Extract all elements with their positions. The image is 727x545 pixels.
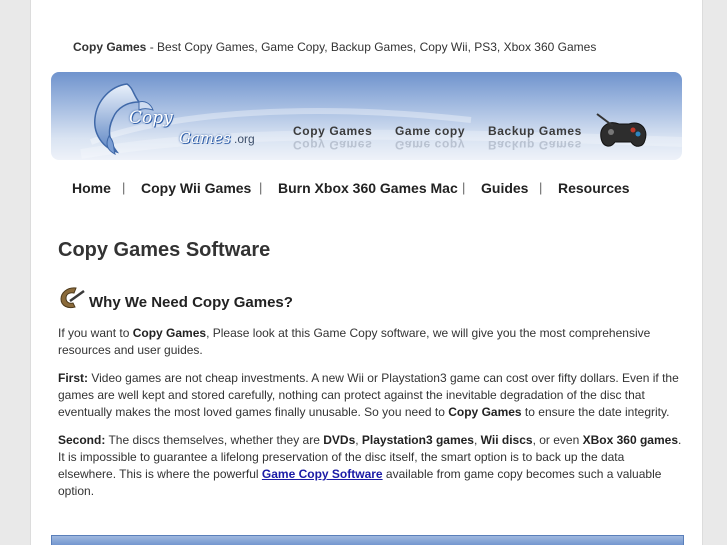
paragraph-second: Second: The discs themselves, whether th… [58, 432, 683, 500]
tagline-text: - Best Copy Games, Game Copy, Backup Gam… [146, 40, 597, 54]
keyword-copy-games: Copy Games [448, 405, 522, 419]
banner-link-backup-games[interactable]: Backup Games [488, 124, 582, 138]
paragraph-intro: If you want to Copy Games, Please look a… [58, 325, 683, 359]
nav-resources[interactable]: Resources [558, 180, 630, 196]
nav-separator: | [259, 180, 263, 195]
nav-home[interactable]: Home [72, 180, 111, 196]
game-copy-software-link[interactable]: Game Copy Software [262, 467, 383, 481]
paragraph-first: First: Video games are not cheap investm… [58, 370, 683, 421]
page-container: Copy Games - Best Copy Games, Game Copy,… [30, 0, 703, 545]
logo-org-text: .org [234, 132, 255, 146]
logo-games-text: Games [179, 129, 231, 147]
header-banner: Copy Games .org Copy Games Copy Games Ga… [51, 72, 682, 160]
nav-burn-xbox-360-games-mac[interactable]: Burn Xbox 360 Games Mac [278, 180, 458, 196]
text: , or even [532, 433, 583, 447]
label-first: First: [58, 371, 88, 385]
footer-bar [51, 535, 684, 545]
section-heading: Why We Need Copy Games? [58, 285, 458, 311]
keyword-xbox-360-games: XBox 360 games [582, 433, 678, 447]
nav-separator: | [122, 180, 126, 195]
text: , [355, 433, 362, 447]
keyword-wii-discs: Wii discs [480, 433, 533, 447]
label-second: Second: [58, 433, 106, 447]
banner-link-copy-games-reflection: Copy Games [293, 138, 373, 152]
keyword-dvds: DVDs [323, 433, 356, 447]
banner-link-game-copy-reflection: Game copy [395, 138, 466, 152]
gamepad-icon [596, 113, 647, 147]
text: The discs themselves, whether they are [105, 433, 324, 447]
banner-link-game-copy[interactable]: Game copy [395, 124, 465, 138]
page-title: Copy Games Software [58, 239, 271, 261]
banner-link-copy-games[interactable]: Copy Games [293, 124, 372, 138]
text: If you want to [58, 326, 133, 340]
copy-games-badge-icon [60, 287, 85, 309]
nav-copy-wii-games[interactable]: Copy Wii Games [141, 180, 251, 196]
keyword-playstation3-games: Playstation3 games [361, 433, 474, 447]
keyword-copy-games: Copy Games [132, 326, 207, 340]
logo-copy-text: Copy [129, 108, 173, 128]
nav-guides[interactable]: Guides [481, 180, 528, 196]
main-navigation: Home | Copy Wii Games | Burn Xbox 360 Ga… [31, 180, 704, 200]
banner-link-backup-games-reflection: Backup Games [488, 138, 582, 152]
site-tagline: Copy Games - Best Copy Games, Game Copy,… [73, 40, 596, 54]
nav-separator: | [462, 180, 466, 195]
site-name: Copy Games [73, 40, 147, 54]
section-title: Why We Need Copy Games? [89, 294, 293, 311]
text: to ensure the date integrity. [521, 405, 670, 419]
text: , [473, 433, 481, 447]
nav-separator: | [539, 180, 543, 195]
